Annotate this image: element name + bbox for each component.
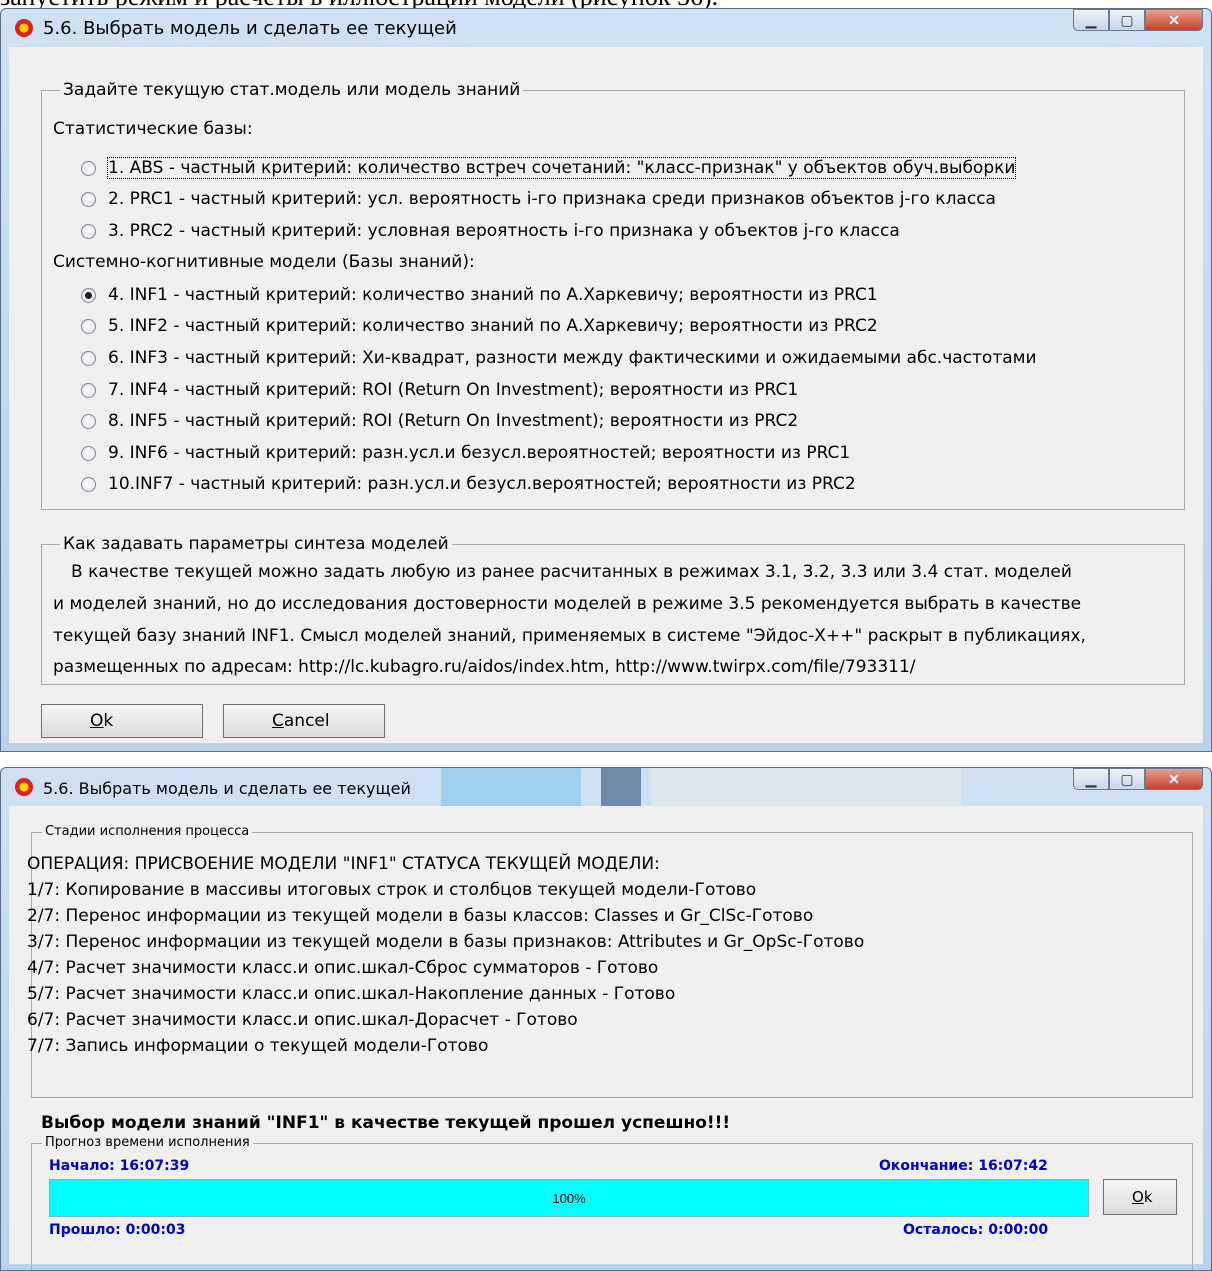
radio-inf4[interactable]: 7. INF4 - частный критерий: ROI (Return … [81,380,798,400]
end-time: Окончание: 16:07:42 [879,1158,1048,1174]
radio-label: 2. PRC1 - частный критерий: усл. вероятн… [108,189,996,209]
help-line: и моделей знаний, но до исследования дос… [53,594,1082,614]
ok-mnemonic: O [90,711,104,731]
cog-section-label: Системно-когнитивные модели (Базы знаний… [53,252,475,272]
window-client: Стадии исполнения процесса ОПЕРАЦИЯ: ПРИ… [9,806,1203,1270]
window-title: 5.6. Выбрать модель и сделать ее текущей [43,18,457,39]
radio-icon [81,350,96,366]
radio-icon [81,445,96,461]
radio-inf6[interactable]: 9. INF6 - частный критерий: разн.усл.и б… [81,443,850,463]
stages-group-legend: Стадии исполнения процесса [42,824,253,839]
maximize-icon: ▢ [1120,770,1134,787]
radio-icon [81,476,96,492]
progress-bar: 100% [49,1179,1089,1217]
radio-label: 6. INF3 - частный критерий: Хи-квадрат, … [108,348,1037,368]
radio-prc1[interactable]: 2. PRC1 - частный критерий: усл. вероятн… [81,189,996,209]
title-bar[interactable]: 5.6. Выбрать модель и сделать ее текущей… [1,768,1211,806]
radio-icon [81,413,96,429]
help-line: размещенных по адресам: http://lc.kubagr… [53,657,916,677]
remaining-time: Осталось: 0:00:00 [903,1222,1049,1238]
radio-inf5[interactable]: 8. INF5 - частный критерий: ROI (Return … [81,411,798,431]
radio-label: 5. INF2 - частный критерий: количество з… [108,316,878,336]
window-title: 5.6. Выбрать модель и сделать ее текущей [43,779,411,798]
ok-button[interactable]: Ok [41,704,203,738]
app-icon [15,778,33,796]
progress-label: 100% [552,1190,586,1206]
close-icon: ✕ [1168,11,1180,28]
help-line: В качестве текущей можно задать любую из… [71,562,1072,582]
stage-line: 6/7: Расчет значимости класс.и опис.шкал… [27,1010,578,1030]
radio-icon [81,382,96,398]
radio-inf2[interactable]: 5. INF2 - частный критерий: количество з… [81,316,878,336]
app-icon [15,19,33,37]
stage-line: ОПЕРАЦИЯ: ПРИСВОЕНИЕ МОДЕЛИ "INF1" СТАТУ… [27,854,660,874]
stage-line: 2/7: Перенос информации из текущей модел… [27,906,814,926]
ok-mnemonic: O [1132,1188,1144,1206]
stage-line: 5/7: Расчет значимости класс.и опис.шкал… [27,984,676,1004]
radio-label: 7. INF4 - частный критерий: ROI (Return … [108,380,799,400]
radio-label: 10.INF7 - частный критерий: разн.усл.и б… [108,474,856,494]
stage-line: 7/7: Запись информации о текущей модели-… [27,1036,489,1056]
time-group-legend: Прогноз времени исполнения [42,1135,253,1150]
progress-window: 5.6. Выбрать модель и сделать ее текущей… [0,767,1212,1271]
radio-prc2[interactable]: 3. PRC2 - частный критерий: условная вер… [81,221,900,241]
ok-label: k [1143,1188,1153,1206]
close-button[interactable]: ✕ [1145,9,1203,31]
ok-label: k [103,711,114,731]
minimize-icon: ▁ [1085,11,1097,28]
background-window-fragment [441,768,581,806]
help-line: текущей базу знаний INF1. Смысл моделей … [53,626,1086,646]
cancel-button[interactable]: Cancel [223,704,385,738]
start-time: Начало: 16:07:39 [49,1158,190,1174]
minimize-button[interactable]: ▁ [1073,9,1109,31]
radio-icon [81,160,96,176]
radio-abs[interactable]: 1. ABS - частный критерий: количество вс… [81,157,1017,179]
stage-line: 4/7: Расчет значимости класс.и опис.шкал… [27,958,659,978]
maximize-button[interactable]: ▢ [1109,9,1145,31]
radio-icon [81,318,96,334]
radio-label: 3. PRC2 - частный критерий: условная вер… [108,221,900,241]
stat-section-label: Статистические базы: [53,119,253,139]
cancel-mnemonic: C [272,711,284,731]
minimize-icon: ▁ [1085,770,1097,787]
close-icon: ✕ [1168,770,1180,787]
radio-icon [81,191,96,207]
model-select-window: 5.6. Выбрать модель и сделать ее текущей… [0,8,1212,752]
success-message: Выбор модели знаний "INF1" в качестве те… [41,1113,731,1133]
radio-label: 4. INF1 - частный критерий: количество з… [108,285,878,305]
radio-label: 9. INF6 - частный критерий: разн.усл.и б… [108,443,851,463]
background-window-fragment [601,768,641,806]
radio-label: 8. INF5 - частный критерий: ROI (Return … [108,411,799,431]
minimize-button[interactable]: ▁ [1073,768,1109,790]
maximize-button[interactable]: ▢ [1109,768,1145,790]
stage-line: 1/7: Копирование в массивы итоговых стро… [27,880,757,900]
radio-selected-icon [81,287,96,303]
radio-label: 1. ABS - частный критерий: количество вс… [106,157,1017,179]
title-bar[interactable]: 5.6. Выбрать модель и сделать ее текущей… [1,9,1211,47]
elapsed-time: Прошло: 0:00:03 [49,1222,186,1238]
model-group-legend: Задайте текущую стат.модель или модель з… [60,80,524,100]
cancel-label: ancel [283,711,330,731]
close-button[interactable]: ✕ [1145,768,1203,790]
radio-icon [81,223,96,239]
background-window-fragment [651,768,961,806]
radio-inf7[interactable]: 10.INF7 - частный критерий: разн.усл.и б… [81,474,856,494]
radio-inf1[interactable]: 4. INF1 - частный критерий: количество з… [81,285,878,305]
maximize-icon: ▢ [1120,11,1134,28]
radio-inf3[interactable]: 6. INF3 - частный критерий: Хи-квадрат, … [81,348,1037,368]
stage-line: 3/7: Перенос информации из текущей модел… [27,932,865,952]
window-client: Задайте текущую стат.модель или модель з… [9,47,1203,743]
help-group-legend: Как задавать параметры синтеза моделей [60,534,452,554]
ok-button[interactable]: Ok [1103,1179,1177,1215]
